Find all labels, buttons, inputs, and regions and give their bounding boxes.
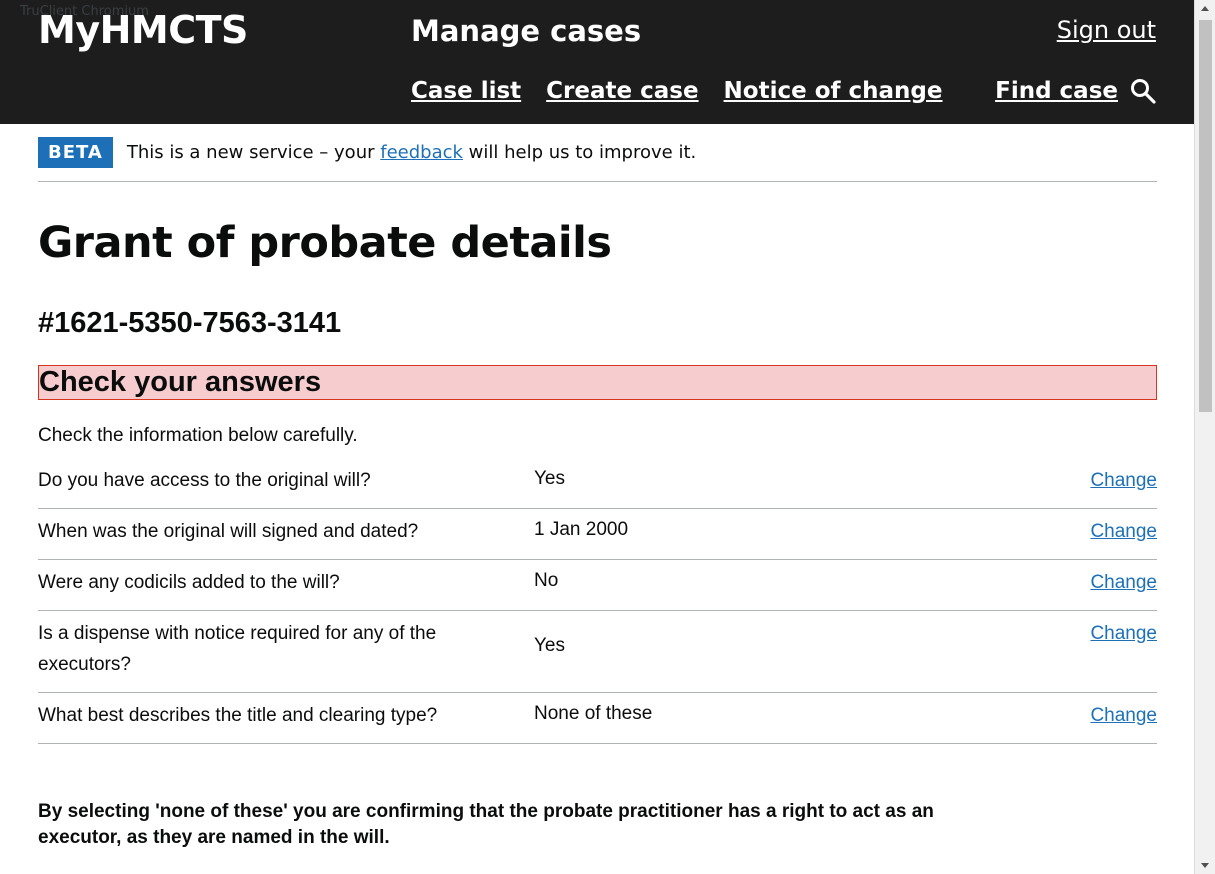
phase-text-after: will help us to improve it.: [462, 142, 697, 163]
check-answers-heading: Check your answers: [38, 365, 1157, 400]
summary-question: Is a dispense with notice required for a…: [38, 623, 437, 675]
summary-question: What best describes the title and cleari…: [38, 705, 438, 726]
intro-text: Check the information below carefully.: [38, 425, 358, 446]
summary-answer: None of these: [534, 703, 653, 724]
page-title: Grant of probate details: [38, 218, 612, 268]
summary-action: Change: [1037, 693, 1157, 743]
scroll-thumb[interactable]: [1199, 20, 1212, 412]
summary-list: Do you have access to the original will?…: [38, 458, 1157, 744]
phase-banner-text: This is a new service – your feedback wi…: [127, 137, 696, 169]
summary-row: Do you have access to the original will?…: [38, 458, 1157, 509]
scroll-down-arrow-icon[interactable]: [1201, 863, 1209, 868]
summary-answer: Yes: [534, 635, 565, 656]
summary-question: Do you have access to the original will?: [38, 470, 371, 491]
summary-action: Change: [1037, 509, 1157, 559]
summary-row: When was the original will signed and da…: [38, 509, 1157, 560]
vertical-scrollbar[interactable]: [1194, 0, 1215, 874]
browser-label: TruClient Chromium: [20, 4, 149, 19]
summary-action: Change: [1037, 560, 1157, 610]
summary-row: Is a dispense with notice required for a…: [38, 611, 1157, 693]
nav-case-list[interactable]: Case list: [411, 78, 521, 104]
nav-notice-of-change[interactable]: Notice of change: [724, 78, 943, 104]
change-link[interactable]: Change: [1090, 705, 1157, 726]
find-case-link[interactable]: Find case: [995, 78, 1118, 104]
nav-create-case[interactable]: Create case: [546, 78, 698, 104]
summary-answer: 1 Jan 2000: [534, 519, 629, 540]
change-link[interactable]: Change: [1090, 470, 1157, 491]
feedback-link[interactable]: feedback: [380, 142, 463, 163]
summary-answer: No: [534, 570, 559, 591]
case-reference: #1621-5350-7563-3141: [38, 307, 342, 339]
phase-banner: BETA This is a new service – your feedba…: [38, 137, 1157, 182]
phase-text-before: This is a new service – your: [126, 142, 381, 163]
summary-action: Change: [1037, 458, 1157, 508]
search-icon[interactable]: [1130, 78, 1156, 104]
find-case[interactable]: Find case: [995, 78, 1156, 104]
change-link[interactable]: Change: [1090, 623, 1157, 644]
summary-action: Change: [1037, 611, 1157, 692]
summary-row: What best describes the title and cleari…: [38, 693, 1157, 744]
beta-tag: BETA: [38, 137, 113, 168]
scroll-up-arrow-icon[interactable]: [1201, 6, 1209, 11]
summary-row: Were any codicils added to the will? No …: [38, 560, 1157, 611]
sign-out-link[interactable]: Sign out: [1057, 16, 1156, 44]
change-link[interactable]: Change: [1090, 521, 1157, 542]
none-of-these-warning: By selecting 'none of these' you are con…: [38, 801, 934, 848]
summary-question: Were any codicils added to the will?: [38, 572, 340, 593]
primary-nav: Case list Create case Notice of change: [411, 78, 943, 104]
change-link[interactable]: Change: [1090, 572, 1157, 593]
service-name[interactable]: Manage cases: [411, 14, 641, 48]
summary-question: When was the original will signed and da…: [38, 521, 419, 542]
site-header: MyHMCTS Manage cases Sign out Case list …: [0, 0, 1194, 124]
summary-answer: Yes: [534, 468, 565, 489]
